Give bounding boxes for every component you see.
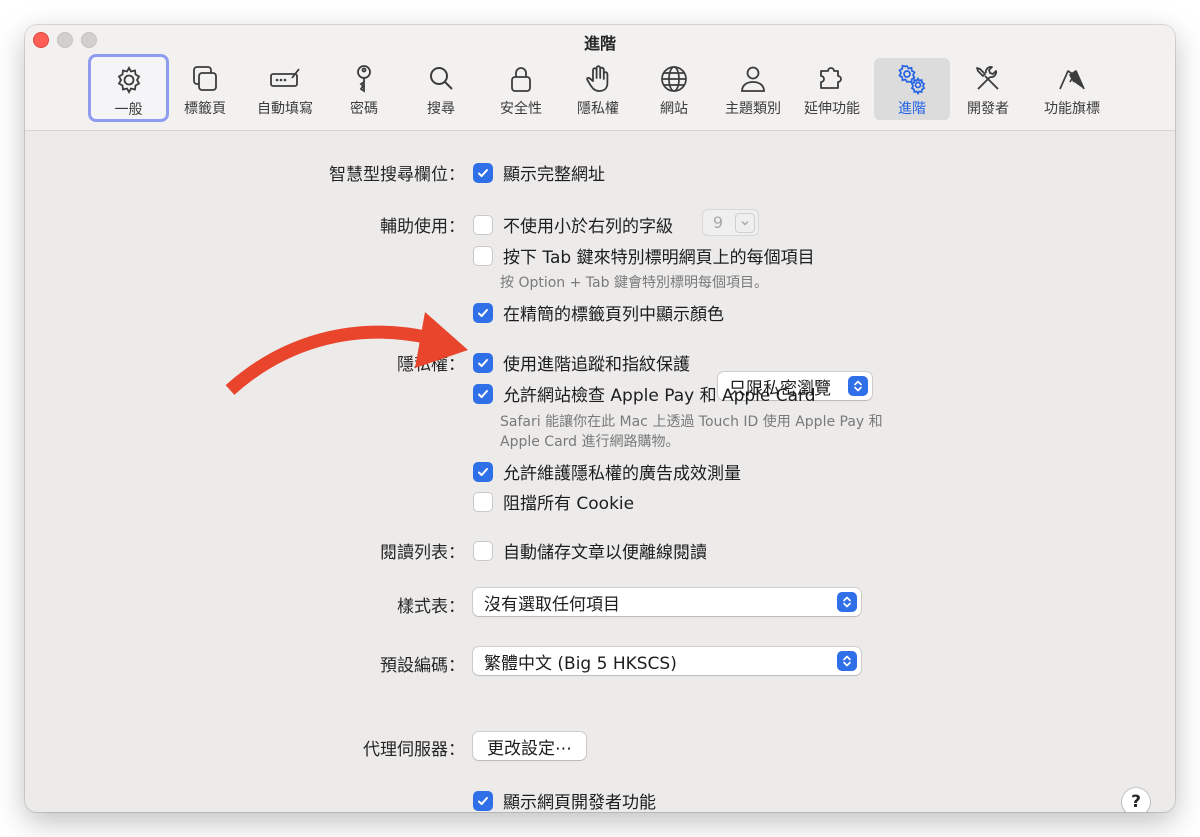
compact-color-text: 在精簡的標籤頁列中顯示顏色 — [503, 305, 724, 325]
autofill-icon — [270, 68, 300, 87]
checkmark-icon — [478, 467, 488, 476]
smart-search-label: 智慧型搜尋欄位： — [329, 165, 465, 185]
flags-icon — [1059, 70, 1085, 90]
globe-icon — [661, 66, 687, 92]
tab-label: 主題類別 — [725, 101, 781, 117]
min-font-option[interactable]: 不使用小於右列的字級 — [473, 212, 673, 237]
tab-passwords[interactable]: 密碼 — [337, 58, 391, 120]
stylesheet-value: 沒有選取任何項目 — [484, 594, 620, 615]
tab-feature-flags[interactable]: 功能旗標 — [1032, 58, 1112, 120]
encoding-popup[interactable]: 繁體中文 (Big 5 HKSCS) — [473, 647, 861, 675]
tracking-protection-option[interactable]: 使用進階追蹤和指紋保護 — [473, 350, 690, 375]
tab-autofill[interactable]: 自動填寫 — [247, 58, 323, 120]
ad-measurement-text: 允許維護隱私權的廣告成效測量 — [503, 464, 741, 484]
proxy-label: 代理伺服器： — [363, 740, 465, 760]
accessibility-label: 輔助使用： — [380, 217, 465, 237]
tab-search[interactable]: 搜尋 — [414, 58, 468, 120]
tab-label: 隱私權 — [577, 101, 619, 117]
key-icon — [357, 65, 371, 93]
safari-settings-window: 進階 一般 標籤頁 自動填寫 密碼 搜尋 安全性 隱私權 網站 主題類別 延伸功… — [25, 25, 1175, 812]
checkmark-icon — [478, 168, 488, 177]
tab-highlight-checkbox[interactable] — [473, 245, 493, 266]
tab-general[interactable]: 一般 — [88, 54, 169, 122]
tab-label: 功能旗標 — [1044, 101, 1100, 117]
apple-pay-note-line-1: Safari 能讓你在此 Mac 上透過 Touch ID 使用 Apple P… — [500, 414, 883, 430]
save-offline-option[interactable]: 自動儲存文章以便離線閱讀 — [473, 538, 707, 563]
stylesheet-label: 樣式表： — [397, 597, 465, 617]
person-icon — [741, 66, 765, 92]
block-cookies-option[interactable]: 阻擋所有 Cookie — [473, 489, 634, 514]
tab-profiles[interactable]: 主題類別 — [715, 58, 791, 120]
stylesheet-popup[interactable]: 沒有選取任何項目 — [473, 588, 861, 616]
save-offline-text: 自動儲存文章以便離線閱讀 — [503, 543, 707, 563]
change-proxy-settings-button[interactable]: 更改設定⋯ — [473, 732, 586, 760]
tab-advanced[interactable]: 進階 — [874, 58, 950, 120]
min-font-size-popup[interactable]: 9 — [702, 209, 759, 236]
tab-label: 網站 — [660, 101, 688, 117]
tab-label: 密碼 — [350, 101, 378, 117]
min-font-size-value: 9 — [712, 213, 724, 232]
tab-websites[interactable]: 網站 — [647, 58, 701, 120]
tab-privacy[interactable]: 隱私權 — [565, 58, 631, 120]
hand-icon — [586, 65, 609, 92]
tab-label: 進階 — [898, 101, 926, 117]
tab-highlight-text: 按下 Tab 鍵來特別標明網頁上的每個項目 — [503, 248, 815, 268]
gear-icon — [117, 66, 140, 94]
tab-label: 開發者 — [967, 101, 1009, 117]
puzzle-icon — [820, 67, 842, 89]
tab-highlight-note: 按 Option + Tab 鍵會特別標明每個項目。 — [500, 275, 768, 291]
gears-icon — [898, 64, 926, 95]
apple-pay-text: 允許網站檢查 Apple Pay 和 Apple Card — [503, 386, 816, 406]
save-offline-checkbox[interactable] — [473, 540, 493, 561]
min-font-checkbox[interactable] — [473, 214, 493, 235]
title-bar: 進階 一般 標籤頁 自動填寫 密碼 搜尋 安全性 隱私權 網站 主題類別 延伸功… — [25, 25, 1175, 131]
show-full-url-checkbox[interactable] — [473, 162, 493, 183]
tab-label: 安全性 — [500, 101, 542, 117]
tools-icon — [976, 66, 999, 90]
tab-security[interactable]: 安全性 — [488, 58, 554, 120]
apple-pay-option[interactable]: 允許網站檢查 Apple Pay 和 Apple Card — [473, 381, 816, 406]
block-cookies-checkbox[interactable] — [473, 491, 493, 512]
show-full-url-option[interactable]: 顯示完整網址 — [473, 160, 605, 185]
min-font-text: 不使用小於右列的字級 — [503, 217, 673, 237]
magnifier-icon — [430, 67, 453, 90]
help-button[interactable]: ? — [1122, 788, 1150, 812]
show-developer-checkbox[interactable] — [473, 790, 493, 811]
up-down-arrows-icon — [837, 592, 857, 612]
tab-label: 標籤頁 — [184, 101, 226, 117]
checkmark-icon — [478, 796, 488, 805]
up-down-arrows-icon — [848, 376, 868, 396]
encoding-label: 預設編碼： — [380, 656, 465, 676]
annotation-arrow-icon — [225, 312, 468, 395]
tab-label: 自動填寫 — [257, 101, 313, 117]
chevron-down-icon — [735, 212, 755, 233]
advanced-settings-pane: 智慧型搜尋欄位： 顯示完整網址 輔助使用： 不使用小於右列的字級 9 按下 Ta… — [25, 132, 1175, 812]
tab-extensions[interactable]: 延伸功能 — [794, 58, 870, 120]
lock-icon — [511, 67, 531, 92]
reading-list-label: 閱讀列表： — [380, 543, 465, 563]
show-full-url-text: 顯示完整網址 — [503, 165, 605, 185]
up-down-arrows-icon — [837, 651, 857, 671]
block-cookies-text: 阻擋所有 Cookie — [503, 494, 635, 514]
tab-tabs[interactable]: 標籤頁 — [175, 58, 235, 120]
settings-toolbar: 一般 標籤頁 自動填寫 密碼 搜尋 安全性 隱私權 網站 主題類別 延伸功能 進… — [25, 54, 1175, 126]
tab-label: 延伸功能 — [804, 101, 860, 117]
show-developer-text: 顯示網頁開發者功能 — [503, 793, 656, 812]
ad-measurement-option[interactable]: 允許維護隱私權的廣告成效測量 — [473, 459, 741, 484]
window-title: 進階 — [583, 34, 616, 53]
tabs-icon — [193, 66, 217, 91]
tab-developer[interactable]: 開發者 — [957, 58, 1019, 120]
ad-measurement-checkbox[interactable] — [473, 461, 493, 482]
encoding-value: 繁體中文 (Big 5 HKSCS) — [484, 653, 677, 674]
compact-color-option[interactable]: 在精簡的標籤頁列中顯示顏色 — [473, 300, 724, 325]
tracking-protection-text: 使用進階追蹤和指紋保護 — [503, 355, 690, 375]
tab-highlight-option[interactable]: 按下 Tab 鍵來特別標明網頁上的每個項目 — [473, 243, 815, 268]
tab-label: 一般 — [114, 102, 143, 118]
apple-pay-note-line-2: Apple Card 進行網路購物。 — [500, 434, 680, 450]
show-developer-option[interactable]: 顯示網頁開發者功能 — [473, 788, 656, 812]
tab-label: 搜尋 — [427, 101, 455, 117]
